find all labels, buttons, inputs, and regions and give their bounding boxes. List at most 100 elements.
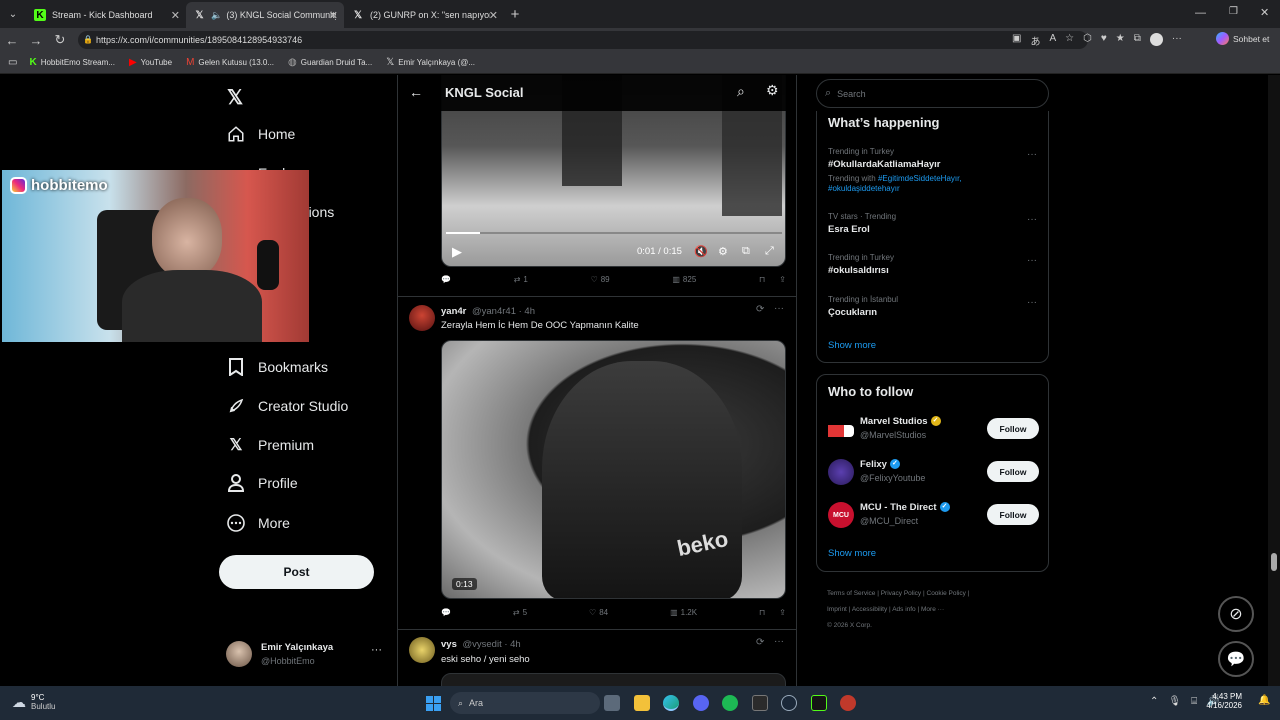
tweet-video[interactable]: beko 0:13: [441, 340, 786, 599]
tweet-author[interactable]: yan4r @yan4r41 · 4h: [441, 306, 535, 317]
url-field[interactable]: 🔒 https://x.com/i/communities/1895084128…: [78, 31, 1088, 49]
favorites-icon[interactable]: ★: [1116, 33, 1125, 48]
footer-link[interactable]: Accessibility: [852, 606, 887, 613]
gear-icon[interactable]: ⚙: [766, 82, 779, 99]
nav-profile[interactable]: Profile: [226, 473, 298, 493]
video-progress-bar[interactable]: [446, 232, 782, 234]
discord-icon[interactable]: [693, 695, 709, 711]
like-button[interactable]: ♡ 89: [591, 275, 610, 284]
sidebar-toggle-icon[interactable]: ▭: [8, 57, 17, 68]
edge-icon[interactable]: [663, 695, 679, 711]
pip-icon[interactable]: ⧉: [742, 245, 750, 258]
tab-kick-dashboard[interactable]: K Stream - Kick Dashboard ✕: [26, 2, 186, 28]
start-button[interactable]: [426, 696, 441, 711]
show-more-link[interactable]: Show more: [828, 548, 876, 559]
bookmark-button[interactable]: ⊓ ⇪: [759, 275, 786, 284]
tab-gunrp[interactable]: 𝕏 (2) GUNRP on X: "sen napıyordun ✕: [344, 2, 504, 28]
file-explorer-icon[interactable]: [634, 695, 650, 711]
views-button[interactable]: ▥ 825: [672, 275, 696, 284]
footer-link[interactable]: More ···: [921, 606, 944, 613]
minimize-button[interactable]: —: [1195, 7, 1206, 19]
avatar[interactable]: [409, 305, 435, 331]
post-button[interactable]: Post: [219, 555, 374, 589]
settings-icon[interactable]: ⚙: [718, 245, 728, 258]
avatar[interactable]: [409, 637, 435, 663]
collections-icon[interactable]: ⧉: [1134, 33, 1141, 48]
notification-bell-icon[interactable]: 🔔: [1258, 695, 1270, 706]
close-icon[interactable]: ✕: [171, 9, 180, 22]
network-icon[interactable]: ⌸: [1191, 696, 1197, 707]
read-aloud-icon[interactable]: A: [1049, 33, 1056, 48]
new-tab-button[interactable]: +: [504, 6, 526, 23]
repost-button[interactable]: ⇄ 5: [513, 608, 527, 617]
more-dots-icon[interactable]: ···: [371, 644, 382, 656]
page-scrollbar[interactable]: [1268, 75, 1280, 686]
translate-icon[interactable]: あ: [1030, 33, 1040, 48]
bookmark-gmail[interactable]: M Gelen Kutusu (13.0...: [186, 57, 274, 68]
back-arrow-icon[interactable]: ←: [409, 84, 423, 100]
search-input[interactable]: ⌕ Search: [816, 79, 1049, 108]
bookmark-hobbitemo[interactable]: K HobbitEmo Stream...: [29, 57, 114, 68]
share-icon[interactable]: ⇪: [779, 608, 786, 617]
reply-button[interactable]: 💬: [441, 608, 451, 617]
follow-button[interactable]: Follow: [987, 461, 1039, 482]
back-arrow-icon[interactable]: ←: [0, 33, 24, 48]
repost-button[interactable]: ⇄ 1: [514, 275, 528, 284]
bookmark-button[interactable]: ⊓ ⇪: [759, 608, 786, 617]
footer-link[interactable]: Cookie Policy: [927, 590, 966, 597]
forward-arrow-icon[interactable]: →: [24, 33, 48, 48]
search-icon[interactable]: ⌕: [737, 83, 745, 100]
grok-icon[interactable]: ⟳: [756, 637, 764, 648]
footer-link[interactable]: Privacy Policy: [881, 590, 921, 597]
follow-item[interactable]: Felixy ✓ @FelixyYoutube Follow: [817, 456, 1050, 492]
mute-icon[interactable]: 🔇: [694, 245, 708, 258]
trend-item[interactable]: TV stars · Trending Esra Erol ···: [817, 208, 1050, 244]
scrollbar-thumb[interactable]: [1271, 553, 1277, 571]
footer-link[interactable]: Terms of Service: [827, 590, 875, 597]
nav-more[interactable]: More: [226, 513, 290, 533]
tweet-author[interactable]: vys @vysedit · 4h: [441, 639, 521, 650]
grok-icon[interactable]: ⟳: [756, 304, 764, 315]
more-dots-icon[interactable]: ···: [1027, 214, 1037, 225]
tweet-media[interactable]: [441, 673, 786, 686]
like-button[interactable]: ♡ 84: [589, 608, 608, 617]
messages-button[interactable]: 💬: [1218, 641, 1254, 677]
tab-kngl-community[interactable]: 𝕏 🔈 (3) KNGL Social Community / ✕: [186, 2, 344, 28]
refresh-icon[interactable]: ↻: [48, 32, 72, 48]
grok-button[interactable]: ⊘: [1218, 596, 1254, 632]
follow-item[interactable]: Marvel Studios ✓ @MarvelStudios Follow: [817, 413, 1050, 449]
chevron-up-icon[interactable]: ⌃: [1150, 696, 1158, 707]
weather-widget[interactable]: ☁ 9°C Bulutlu: [12, 693, 55, 711]
nav-home[interactable]: Home: [226, 124, 295, 144]
x-logo-icon[interactable]: 𝕏: [227, 85, 243, 110]
more-dots-icon[interactable]: ···: [1027, 255, 1037, 266]
speaker-icon[interactable]: 🔈: [211, 10, 222, 21]
nav-premium[interactable]: 𝕏 Premium: [226, 435, 314, 455]
profile-avatar-icon[interactable]: [1149, 33, 1163, 46]
fullscreen-icon[interactable]: ⤢: [765, 245, 774, 258]
more-dots-icon[interactable]: ···: [1027, 149, 1037, 160]
tab-actions-button[interactable]: ⌄: [0, 9, 26, 20]
microphone-icon[interactable]: 🎙: [1168, 696, 1181, 707]
more-dots-icon[interactable]: ···: [774, 636, 784, 647]
task-view-icon[interactable]: [604, 695, 620, 711]
obs-icon[interactable]: [811, 695, 827, 711]
more-dots-icon[interactable]: ···: [774, 303, 784, 314]
close-icon[interactable]: ✕: [489, 9, 498, 22]
maximize-button[interactable]: ❐: [1229, 6, 1238, 17]
extensions-icon[interactable]: ⬡: [1083, 33, 1092, 48]
nav-creator-studio[interactable]: Creator Studio: [226, 396, 348, 416]
footer-link[interactable]: Imprint: [827, 606, 847, 613]
bookmark-emir[interactable]: 𝕏 Emir Yalçınkaya (@...: [386, 57, 475, 68]
split-screen-icon[interactable]: ▣: [1012, 33, 1021, 48]
close-window-button[interactable]: ✕: [1260, 6, 1269, 19]
app-icon[interactable]: [840, 695, 856, 711]
steam-icon[interactable]: [781, 695, 797, 711]
close-icon[interactable]: ✕: [329, 9, 338, 22]
bookmark-youtube[interactable]: ▶ YouTube: [129, 57, 172, 68]
spotify-icon[interactable]: [722, 695, 738, 711]
trend-item[interactable]: Trending in Turkey #OkullardaKatliamaHay…: [817, 143, 1050, 201]
follow-button[interactable]: Follow: [987, 504, 1039, 525]
more-menu-icon[interactable]: ···: [1172, 33, 1182, 48]
footer-link[interactable]: Ads info: [892, 606, 916, 613]
